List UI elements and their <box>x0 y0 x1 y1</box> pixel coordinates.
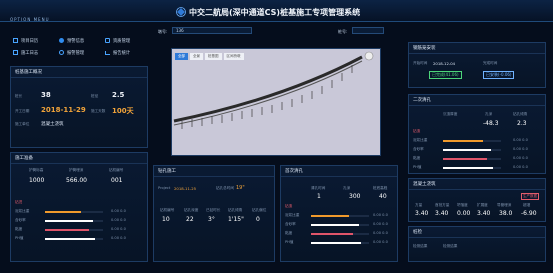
menu-item-qualification[interactable]: 资质管理 <box>105 38 145 44</box>
drilling-panel: 钻孔施工 Project 2018-11-25 钻孔总时间 19" 钻机编号 钻… <box>153 165 275 262</box>
menu-item-alerts[interactable]: 预警信息 <box>59 38 99 44</box>
start-date-value: 2018-11-29 <box>41 106 86 114</box>
menu-item-log[interactable]: 施工日志 <box>13 50 53 56</box>
report-icon <box>105 51 110 55</box>
side-menu: 项目日历 预警信息 资质管理 施工日志 报警管理 报告统计 <box>10 36 148 60</box>
menu-item-alarm[interactable]: 报警管理 <box>59 50 99 56</box>
alarm-icon <box>59 50 64 55</box>
certificate-icon <box>105 38 110 43</box>
logo-icon <box>176 7 186 17</box>
panel-title: 桩基施工概况 <box>11 67 147 78</box>
option-menu-label: OPTION MENU <box>10 17 50 22</box>
pile-label: 桩号: <box>338 29 348 34</box>
cage-status-badge: 已完成(41.06) <box>429 71 462 79</box>
unit-value: 混凝土浇筑 <box>41 122 64 127</box>
bridge-model <box>173 51 374 129</box>
pile-length-value: 38 <box>41 91 51 99</box>
alert-icon <box>59 38 64 43</box>
menu-item-report[interactable]: 报告统计 <box>105 50 145 56</box>
bridge-3d-view[interactable]: 全部 全景 桩基图 区间桥墩 <box>171 48 381 156</box>
days-value: 100天 <box>112 107 134 115</box>
page-title: 中交二航局(深中通道CS)桩基施工专项管理系统 <box>189 8 361 17</box>
concrete-panel: 混凝土浇筑 生产数据 方量 首批方量 坍落度 扩展度 导管埋深 超灌 3.40 … <box>408 178 546 222</box>
first-cleaning-panel: 首次清孔 清孔时间 孔深 桩底高程 1 300 40 钻渣 泥浆比重 0.00 … <box>280 165 398 262</box>
pier-select[interactable]: 136 <box>172 27 252 34</box>
pile-overview-panel: 桩基施工概况 桩长 38 桩径 2.5 开工日期 2018-11-29 施工天数… <box>10 66 148 148</box>
menu-item-calendar[interactable]: 项目日历 <box>13 38 53 44</box>
pile-cage-panel: 钢筋笼安装 开始时间 2018-12-04 完成时间 已完成(41.06) 已安… <box>408 42 546 88</box>
production-data-badge[interactable]: 生产数据 <box>521 193 539 200</box>
pile-diameter-value: 2.5 <box>112 91 125 99</box>
log-icon <box>13 50 18 55</box>
pile-test-panel: 桩检 检测结果 检测结果 <box>408 226 546 262</box>
pile-select[interactable] <box>352 27 384 34</box>
second-cleaning-panel: 二次清孔 沉渣厚度 孔深 钻孔倾角 -48.3 2.3 钻渣 泥浆比重 0.00… <box>408 94 546 174</box>
cage-status-badge-2: 已安装(-0.06) <box>483 71 515 79</box>
construction-prep-panel: 施工准备 护筒标高 护筒埋深 钻机编号 1000 566.00 001 钻进 泥… <box>10 152 148 262</box>
pier-label: 墩号: <box>158 29 168 34</box>
calendar-icon <box>13 38 18 43</box>
